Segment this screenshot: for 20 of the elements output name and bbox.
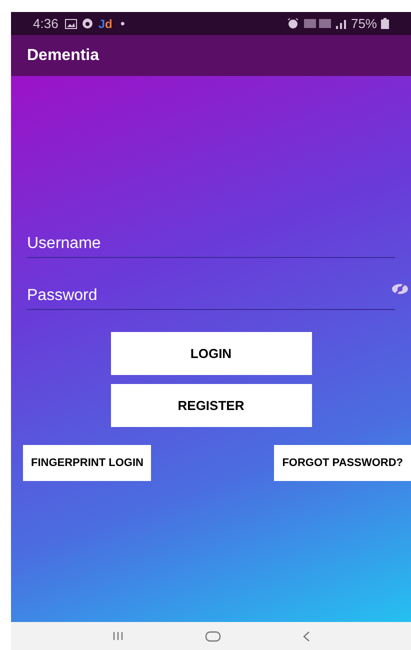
back-icon[interactable] bbox=[302, 630, 310, 642]
battery-percent: 75% bbox=[350, 14, 377, 33]
app-icon bbox=[82, 18, 94, 29]
eye-slash-icon[interactable] bbox=[391, 282, 409, 296]
notification-dot: • bbox=[120, 14, 125, 33]
gallery-icon bbox=[65, 18, 78, 28]
secondary-button[interactable]: FORGOT PASSWORD? bbox=[274, 445, 411, 481]
action-button[interactable]: REGISTER bbox=[110, 384, 312, 427]
username-field[interactable]: Username bbox=[27, 230, 395, 258]
recent-apps-icon[interactable] bbox=[112, 631, 124, 641]
status-time: 4:36 bbox=[33, 14, 58, 33]
app-title: Dementia bbox=[27, 46, 100, 66]
alarm-icon bbox=[286, 18, 299, 29]
home-icon[interactable] bbox=[204, 630, 221, 642]
password-field[interactable]: Password bbox=[27, 282, 395, 310]
signal-icon bbox=[334, 18, 347, 28]
app-logo-label: Jd bbox=[98, 16, 112, 32]
battery-icon bbox=[381, 18, 389, 29]
action-button[interactable]: LOGIN bbox=[110, 332, 312, 375]
secondary-button[interactable]: FINGERPRINT LOGIN bbox=[23, 445, 152, 481]
